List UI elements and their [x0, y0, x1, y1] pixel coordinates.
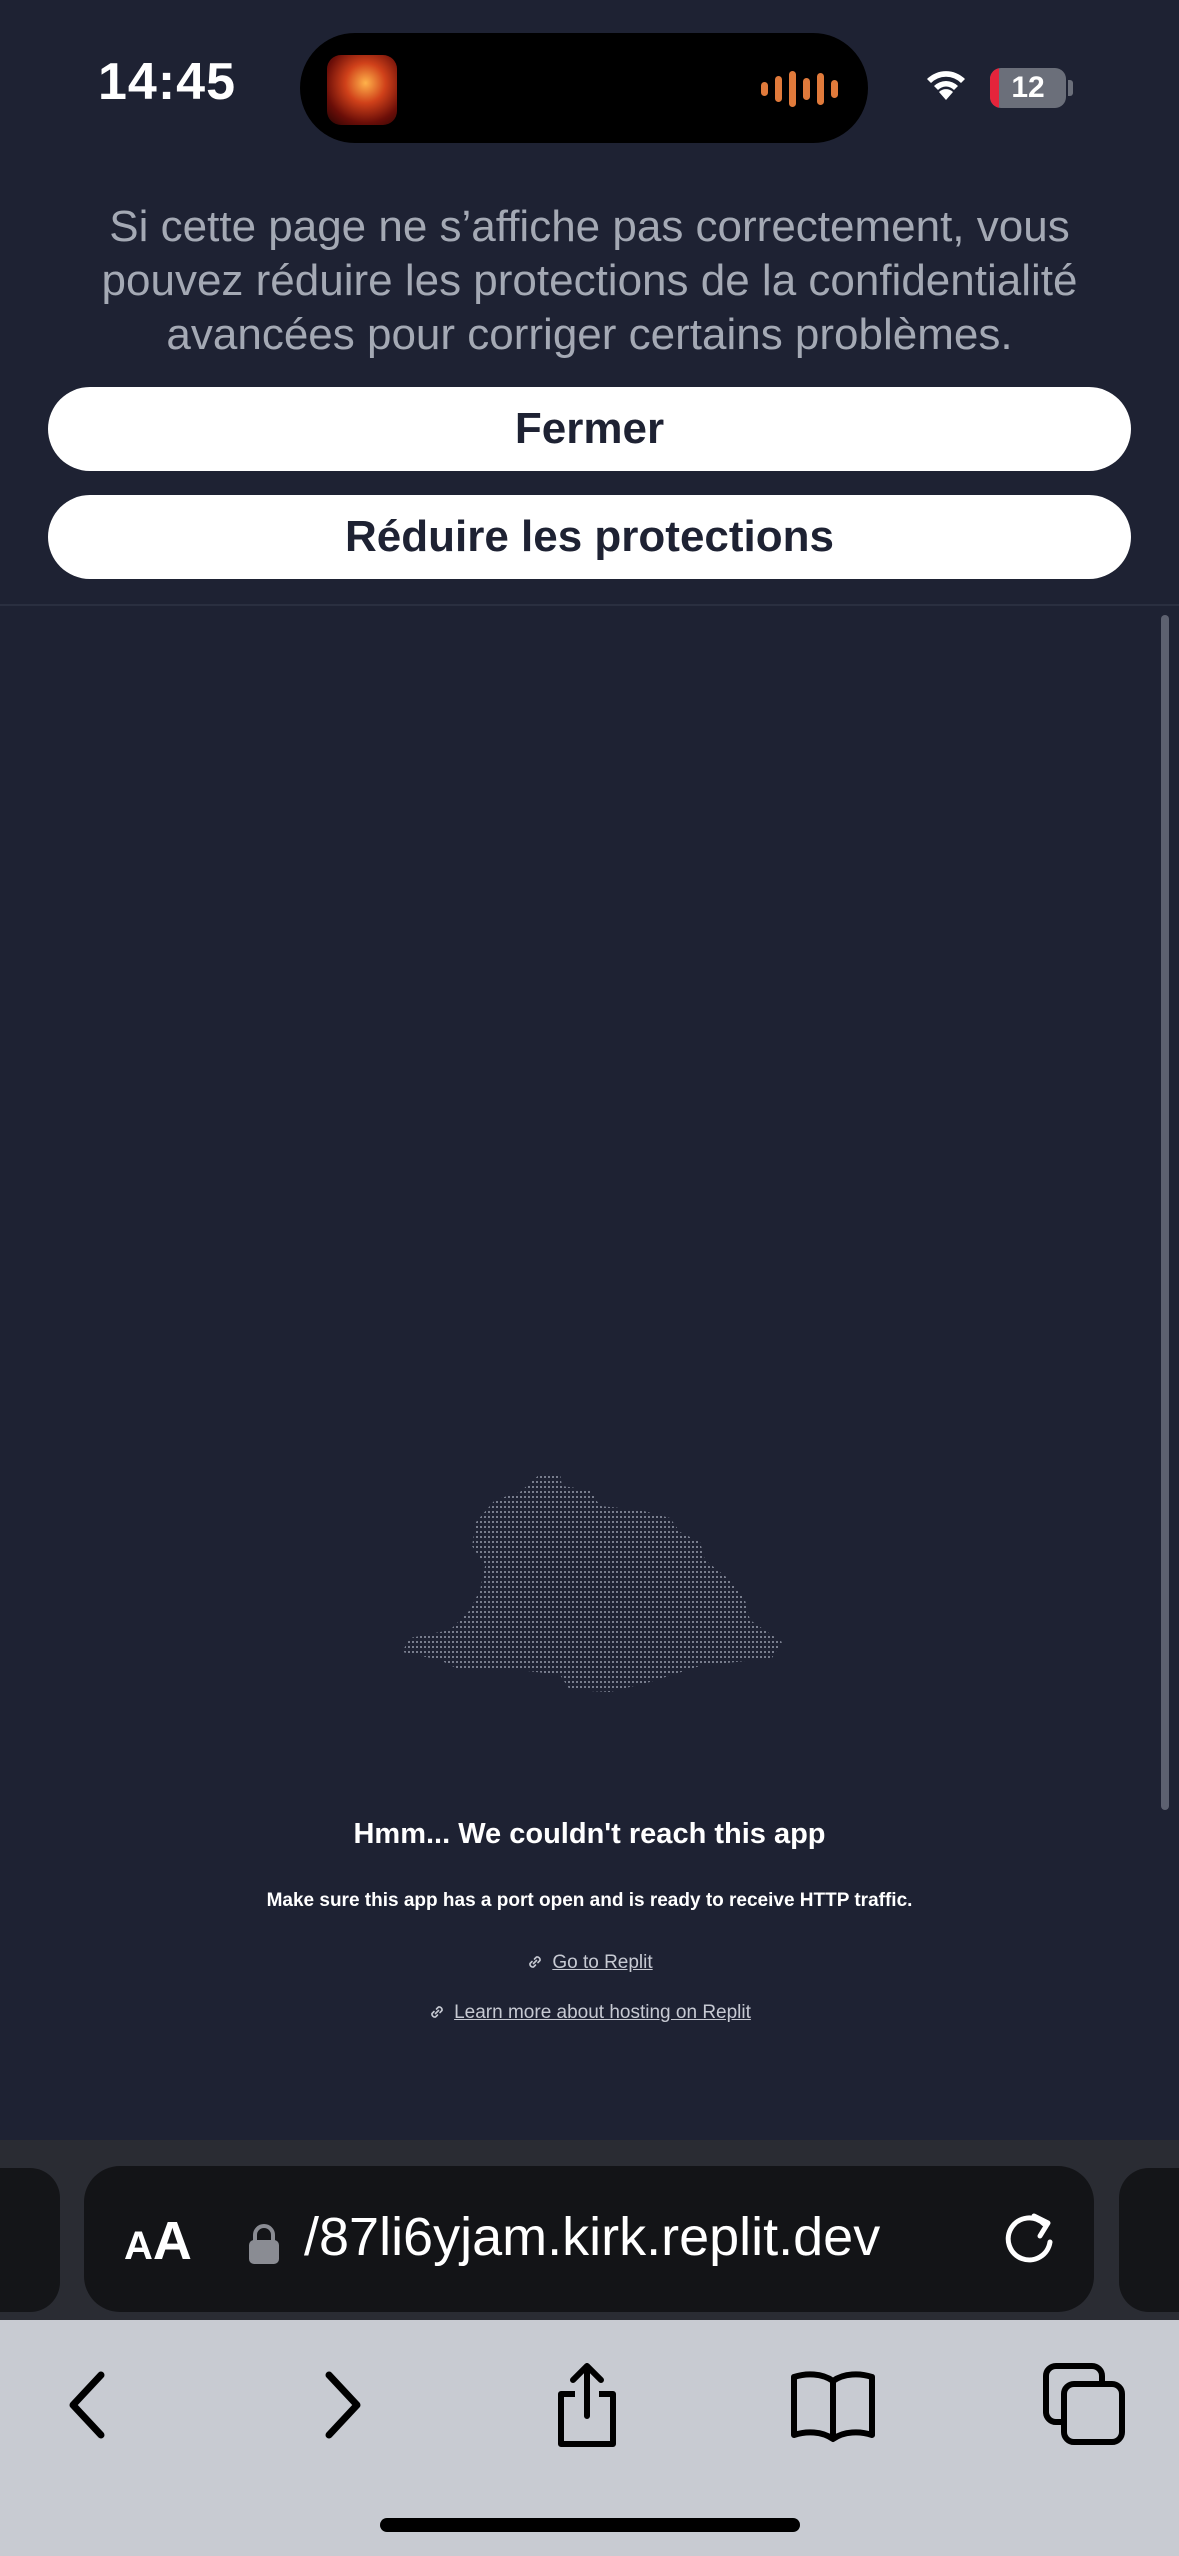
learn-hosting-label: Learn more about hosting on Replit [454, 2002, 751, 2023]
close-button[interactable]: Fermer [48, 387, 1131, 471]
bookmarks-button[interactable] [778, 2350, 888, 2460]
page-scrollbar[interactable] [1161, 615, 1169, 1810]
battery-tip [1068, 80, 1073, 96]
link-icon [431, 2006, 443, 2018]
error-title: Hmm... We couldn't reach this app [353, 1818, 826, 1850]
tabs-button[interactable] [1030, 2350, 1140, 2460]
address-bar-area: AA /87li6yjam.kirk.replit.dev [0, 2140, 1179, 2320]
status-time: 14:45 [98, 53, 236, 111]
bookmarks-icon [791, 2371, 875, 2442]
status-bar: 14:45 12 [0, 0, 1179, 170]
address-bar[interactable]: AA /87li6yjam.kirk.replit.dev [84, 2166, 1094, 2312]
banner-divider [0, 604, 1179, 606]
audio-waveform-icon [761, 69, 838, 109]
tabs-icon [1043, 2363, 1125, 2445]
battery-icon: 12 [990, 68, 1066, 108]
go-to-replit-label: Go to Replit [552, 1952, 653, 1973]
forward-icon [325, 2371, 361, 2439]
reader-label-small: A [124, 2224, 153, 2268]
privacy-banner-message: Si cette page ne s’affiche pas correctem… [101, 202, 1078, 359]
album-art-icon [327, 55, 397, 125]
reduce-protections-button[interactable]: Réduire les protections [48, 495, 1131, 579]
learn-hosting-link[interactable]: Learn more about hosting on Replit [0, 2002, 1179, 2024]
url-text[interactable]: /87li6yjam.kirk.replit.dev [304, 2206, 1044, 2268]
forward-button[interactable] [288, 2350, 398, 2460]
dynamic-island[interactable] [300, 33, 868, 143]
reader-settings-button[interactable]: AA [124, 2210, 192, 2272]
next-tab-preview[interactable] [1119, 2168, 1179, 2312]
ascii-art-illustration [402, 1474, 782, 1692]
reload-icon[interactable] [996, 2206, 1062, 2272]
back-icon [69, 2371, 105, 2439]
link-icon [529, 1956, 542, 1968]
browser-toolbar [0, 2320, 1179, 2556]
previous-tab-preview[interactable] [0, 2168, 60, 2312]
reader-label-big: A [152, 2211, 192, 2271]
back-button[interactable] [32, 2350, 142, 2460]
lock-icon [249, 2224, 279, 2264]
go-to-replit-link[interactable]: Go to Replit [0, 1952, 1179, 1974]
error-subtitle: Make sure this app has a port open and i… [266, 1890, 913, 1911]
wifi-icon [927, 71, 965, 100]
battery-level: 12 [1011, 71, 1045, 104]
share-icon [558, 2363, 616, 2447]
share-button[interactable] [532, 2350, 642, 2460]
home-indicator[interactable] [380, 2518, 800, 2532]
